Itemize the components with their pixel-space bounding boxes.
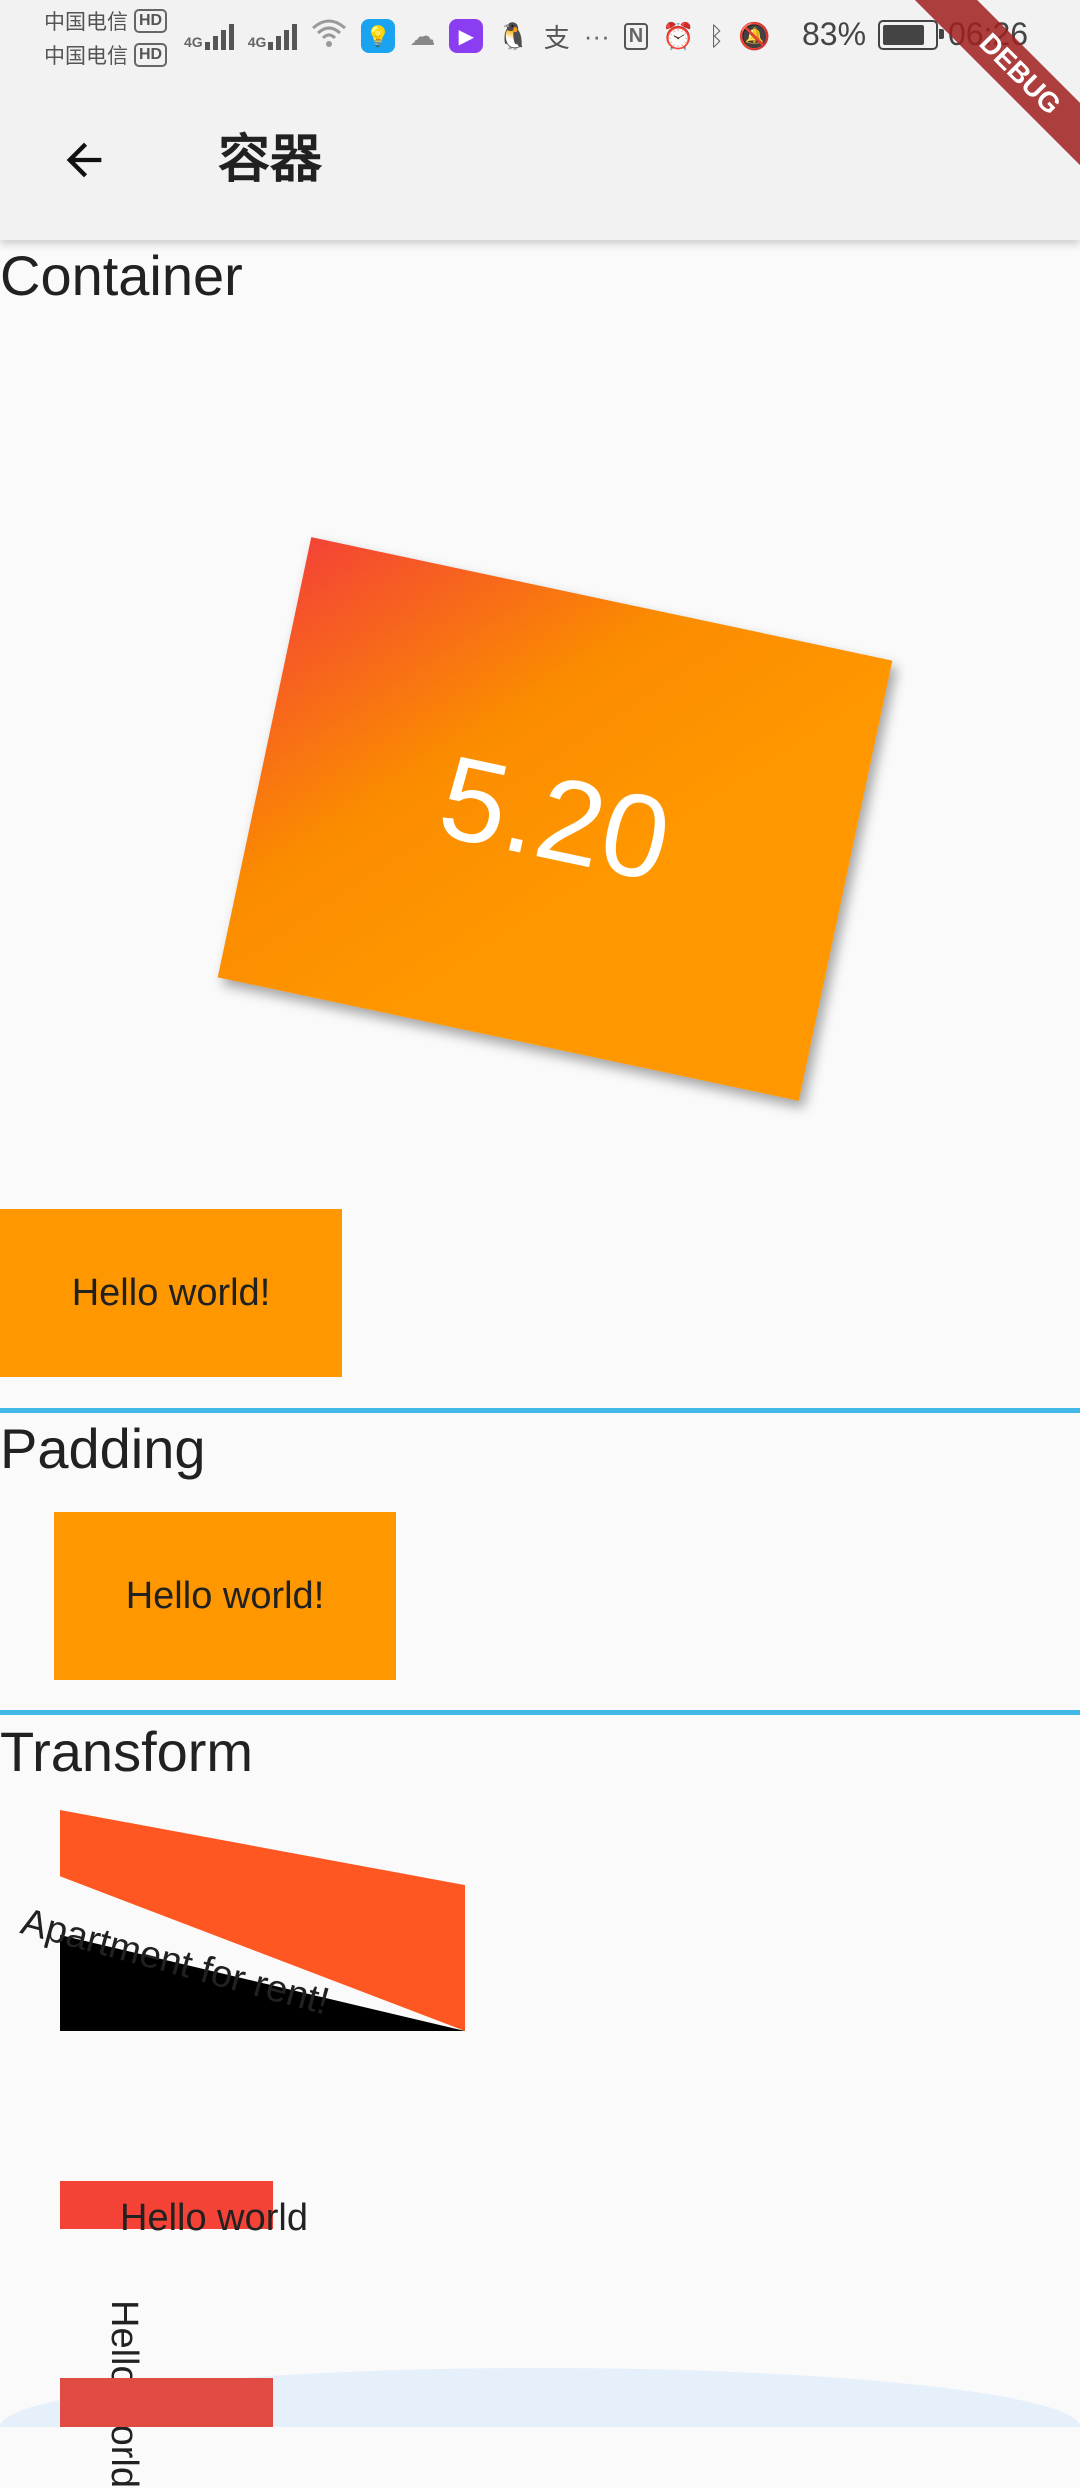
wifi-icon bbox=[311, 18, 347, 55]
hd-badge-2: HD bbox=[134, 43, 168, 67]
carrier-1-label: 中国电信 bbox=[44, 11, 128, 34]
carrier-2: 中国电信 HD bbox=[44, 40, 168, 70]
battery-percentage: 83% bbox=[802, 16, 867, 52]
video-app-icon: ▶ bbox=[449, 19, 484, 53]
section-divider bbox=[0, 1408, 1080, 1413]
red-box-bottom bbox=[60, 2378, 273, 2427]
signal-icon-1: 4G bbox=[184, 22, 234, 50]
battery-icon bbox=[878, 20, 944, 50]
carrier-2-label: 中国电信 bbox=[44, 45, 128, 68]
battery-level bbox=[883, 25, 924, 45]
more-notifications-icon: ··· bbox=[583, 20, 610, 51]
back-button[interactable] bbox=[52, 128, 116, 192]
section-title-padding: Padding bbox=[0, 1417, 206, 1480]
card-value: 5.20 bbox=[428, 730, 682, 908]
alarm-icon: ⏰ bbox=[662, 20, 695, 51]
alipay-icon: 支 bbox=[543, 22, 570, 53]
translated-hello-label: Hello world bbox=[120, 2197, 308, 2239]
section-divider bbox=[0, 1710, 1080, 1715]
qq-icon: 🐧 bbox=[497, 20, 530, 51]
cloud-icon: ☁ bbox=[409, 20, 436, 51]
container-hello-box: Hello world! bbox=[0, 1209, 342, 1377]
app-header: 中国电信 HD 中国电信 HD 4G 4G 💡 ☁ ▶ 🐧 支 ··· N ⏰ … bbox=[0, 0, 1080, 240]
network-type-2: 4G bbox=[247, 34, 267, 50]
network-type-1: 4G bbox=[184, 34, 203, 50]
status-icons: 4G 4G 💡 ☁ ▶ 🐧 支 ··· N ⏰ ᛒ 🔕 bbox=[184, 14, 771, 58]
page-title: 容器 bbox=[218, 131, 323, 189]
bluetooth-icon: ᛒ bbox=[708, 20, 725, 51]
section-title-container: Container bbox=[0, 244, 243, 307]
carrier-1: 中国电信 HD bbox=[44, 6, 168, 36]
lightbulb-app-icon: 💡 bbox=[361, 19, 396, 53]
signal-icon-2: 4G bbox=[248, 22, 298, 50]
hd-badge-1: HD bbox=[134, 9, 168, 33]
section-title-transform: Transform bbox=[0, 1720, 254, 1783]
container-hello-label: Hello world! bbox=[71, 1271, 271, 1314]
clock: 06:26 bbox=[948, 16, 1029, 52]
nfc-icon: N bbox=[623, 22, 649, 50]
gradient-card: 5.20 bbox=[217, 537, 893, 1101]
padding-hello-label: Hello world! bbox=[125, 1574, 325, 1617]
padding-hello-box: Hello world! bbox=[54, 1512, 396, 1680]
arrow-back-icon bbox=[66, 142, 102, 178]
mute-icon: 🔕 bbox=[738, 20, 771, 51]
